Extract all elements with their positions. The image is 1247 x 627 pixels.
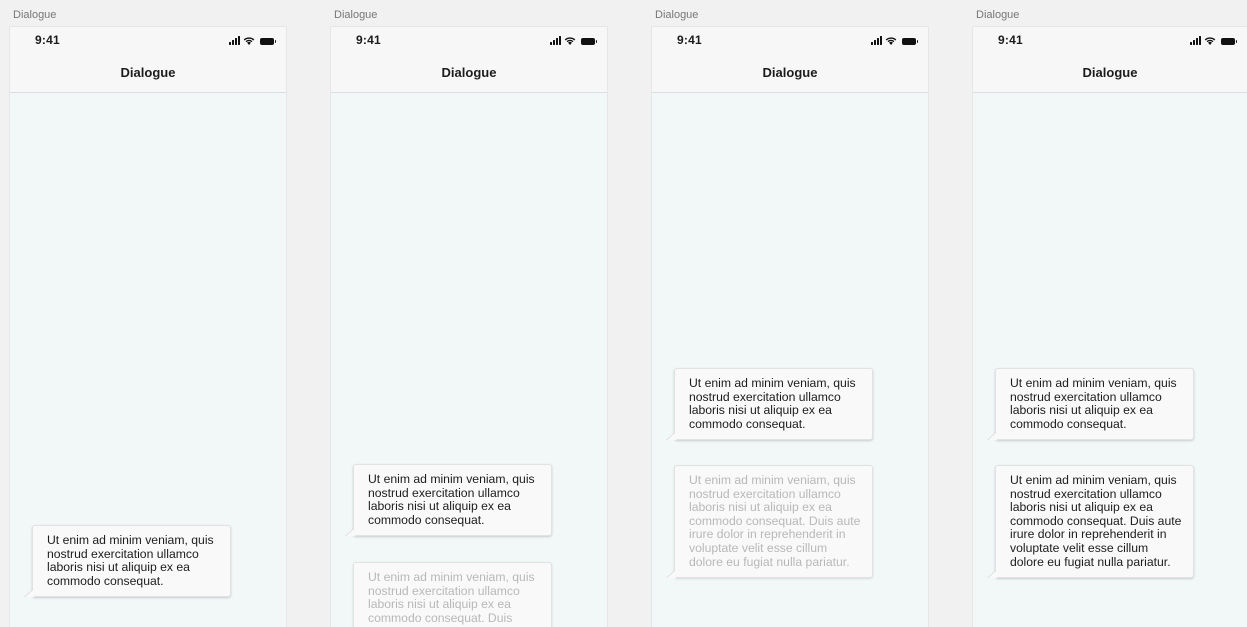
message-bubble[interactable]: Ut enim ad minim veniam, quis nostrud ex…	[995, 368, 1194, 441]
status-icons	[871, 35, 918, 45]
message-bubble[interactable]: Ut enim ad minim veniam, quis nostrud ex…	[353, 464, 552, 537]
phone-frame: 9:41 Dialogue Ut enim ad minim veniam, q…	[331, 27, 607, 627]
status-bar: 9:41	[10, 27, 286, 53]
navigation-bar: Dialogue	[973, 53, 1247, 93]
wifi-icon	[1204, 37, 1216, 45]
wifi-icon	[885, 37, 897, 45]
frame-label: Dialogue	[334, 9, 378, 21]
cellular-signal-icon	[550, 36, 561, 45]
status-time: 9:41	[677, 33, 702, 47]
status-icons	[1190, 35, 1237, 45]
battery-icon	[1221, 38, 1237, 45]
status-time: 9:41	[998, 33, 1023, 47]
frame-label: Dialogue	[13, 9, 57, 21]
message-bubble[interactable]: Ut enim ad minim veniam, quis nostrud ex…	[32, 525, 231, 598]
status-time: 9:41	[356, 33, 381, 47]
battery-icon	[581, 38, 597, 45]
nav-title: Dialogue	[120, 65, 176, 80]
cellular-signal-icon	[1190, 36, 1201, 45]
nav-title: Dialogue	[762, 65, 818, 80]
frame-label: Dialogue	[655, 9, 699, 21]
status-bar: 9:41	[652, 27, 928, 53]
message-bubble[interactable]: Ut enim ad minim veniam, quis nostrud ex…	[674, 368, 873, 441]
message-bubble-incoming[interactable]: Ut enim ad minim veniam, quis nostrud ex…	[674, 465, 873, 579]
status-icons	[550, 35, 597, 45]
nav-title: Dialogue	[441, 65, 497, 80]
navigation-bar: Dialogue	[331, 53, 607, 93]
message-bubble-incoming[interactable]: Ut enim ad minim veniam, quis nostrud ex…	[995, 465, 1194, 579]
cellular-signal-icon	[229, 36, 240, 45]
navigation-bar: Dialogue	[652, 53, 928, 93]
wifi-icon	[243, 37, 255, 45]
phone-frame: 9:41 Dialogue Ut enim ad minim veniam, q…	[973, 27, 1247, 627]
phone-frame: 9:41 Dialogue Ut enim ad minim veniam, q…	[10, 27, 286, 627]
message-bubble-incoming[interactable]: Ut enim ad minim veniam, quis nostrud ex…	[353, 562, 552, 627]
status-icons	[229, 35, 276, 45]
status-time: 9:41	[35, 33, 60, 47]
status-bar: 9:41	[331, 27, 607, 53]
nav-title: Dialogue	[1082, 65, 1138, 80]
frame-label: Dialogue	[976, 9, 1020, 21]
cellular-signal-icon	[871, 36, 882, 45]
battery-icon	[260, 38, 276, 45]
wifi-icon	[564, 37, 576, 45]
battery-icon	[902, 38, 918, 45]
phone-frame: 9:41 Dialogue Ut enim ad minim veniam, q…	[652, 27, 928, 627]
status-bar: 9:41	[973, 27, 1247, 53]
navigation-bar: Dialogue	[10, 53, 286, 93]
